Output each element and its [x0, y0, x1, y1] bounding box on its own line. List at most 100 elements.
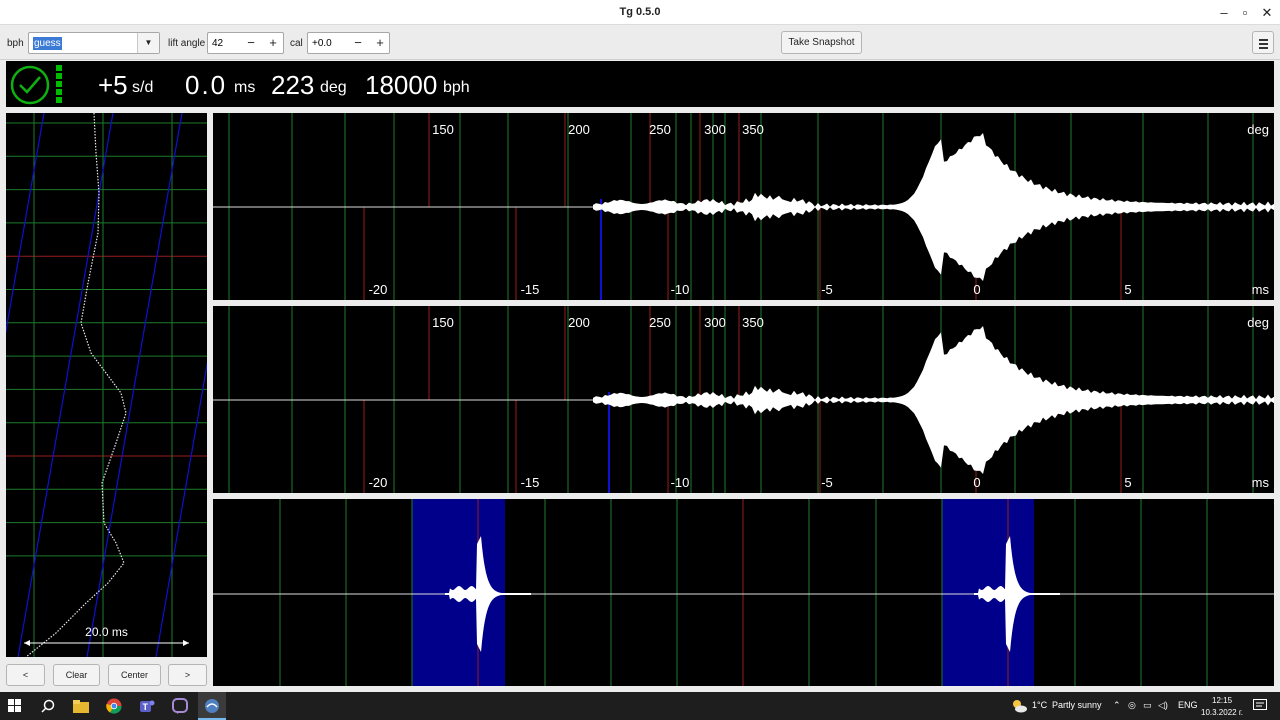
chrome-icon[interactable]: [104, 696, 124, 716]
paperstrip-panel[interactable]: 20.0 ms: [6, 113, 207, 657]
paperstrip-scale-label: 20.0 ms: [85, 625, 128, 639]
tray-chevron-up-icon[interactable]: ⌃: [1113, 700, 1121, 711]
bph-value: 18000: [365, 70, 438, 100]
minimize-button[interactable]: –: [1213, 4, 1235, 22]
windows-start-icon[interactable]: [5, 696, 25, 716]
clock-date[interactable]: 10.3.2022 г.: [1201, 708, 1243, 717]
waveform-toc-graph: 150 200 250 300 350 deg -20 -15 -10 -5 0 5 ms: [213, 306, 1274, 493]
waveform-tic-graph: 150 200 250 300 350 deg -20 -15 -10 -5 0 5 ms: [213, 113, 1274, 300]
ms-unit-label: ms: [1252, 282, 1270, 297]
scroll-left-button[interactable]: <: [6, 664, 45, 686]
take-snapshot-button[interactable]: Take Snapshot: [781, 31, 862, 54]
windows-taskbar: T 1°C Partly sunny ⌃ ◎ ▭ ◁) ENG 12:15 10…: [0, 692, 1280, 720]
degree-tick-label: 150: [432, 315, 454, 330]
cal-increment-button[interactable]: +: [369, 33, 391, 53]
degree-unit-label: deg: [1247, 122, 1269, 137]
viber-icon[interactable]: [170, 696, 190, 716]
paperstrip-diagonal: [86, 113, 183, 657]
degree-tick-label: 250: [649, 122, 671, 137]
ms-tick-label: -15: [521, 282, 540, 297]
bph-label: bph: [7, 38, 24, 49]
scale-arrow-right-icon: [183, 640, 189, 646]
bph-combobox-value[interactable]: guess: [33, 37, 62, 50]
speaker-icon[interactable]: ◁): [1158, 700, 1168, 711]
lift-angle-label: lift angle: [168, 38, 206, 49]
ms-tick-label: -20: [369, 475, 388, 490]
toolbar: bph guess ▼ lift angle − + cal − + Take …: [0, 26, 1280, 60]
degree-tick-label: 350: [742, 315, 764, 330]
cal-decrement-button[interactable]: −: [347, 33, 369, 53]
degree-tick-label: 150: [432, 122, 454, 137]
close-button[interactable]: ✕: [1256, 4, 1278, 22]
ms-tick-label: -10: [671, 475, 690, 490]
degree-tick-label: 350: [742, 122, 764, 137]
waveform-signal: [593, 326, 1274, 474]
dropdown-arrow-icon[interactable]: ▼: [137, 33, 159, 53]
degree-tick-label: 250: [649, 315, 671, 330]
lift-angle-decrement-button[interactable]: −: [240, 33, 262, 53]
cal-input[interactable]: [312, 36, 342, 50]
ms-tick-label: 5: [1124, 282, 1131, 297]
center-button[interactable]: Center: [108, 664, 161, 686]
rate-unit: s/d: [132, 79, 154, 96]
teams-icon[interactable]: T: [137, 696, 157, 716]
window-title: Tg 0.5.0: [619, 6, 661, 18]
menu-icon: [1259, 39, 1268, 41]
paperstrip-diagonal: [155, 361, 207, 657]
paperstrip-trace: [25, 113, 127, 657]
rate-value: +5: [98, 70, 128, 100]
bph-combobox[interactable]: guess ▼: [28, 32, 160, 54]
ms-tick-label: 5: [1124, 475, 1131, 490]
cal-spinner[interactable]: − +: [307, 32, 390, 54]
waveform-toc-panel: 150 200 250 300 350 deg -20 -15 -10 -5 0 5 ms: [213, 306, 1274, 493]
waveform-tic-panel: 150 200 250 300 350 deg -20 -15 -10 -5 0 5 ms: [213, 113, 1274, 300]
bph-unit: bph: [443, 79, 470, 96]
lift-angle-input[interactable]: [212, 36, 242, 50]
network-icon[interactable]: ▭: [1143, 700, 1152, 711]
scale-arrow-left-icon: [24, 640, 30, 646]
clock-time[interactable]: 12:15: [1212, 696, 1232, 705]
weather-icon[interactable]: [1009, 696, 1029, 716]
hamburger-menu-button[interactable]: [1252, 31, 1274, 54]
cal-label: cal: [290, 38, 303, 49]
check-ok-icon: [10, 65, 50, 105]
ms-tick-label: -20: [369, 282, 388, 297]
ms-tick-label: -15: [521, 475, 540, 490]
ms-tick-label: -5: [821, 475, 833, 490]
amplitude-unit: deg: [320, 79, 347, 96]
maximize-button[interactable]: ▫: [1234, 4, 1256, 22]
notifications-icon[interactable]: [1250, 696, 1270, 716]
title-bar: Tg 0.5.0 – ▫ ✕: [0, 0, 1280, 25]
ms-tick-label: -5: [821, 282, 833, 297]
degree-unit-label: deg: [1247, 315, 1269, 330]
degree-tick-label: 200: [568, 315, 590, 330]
scroll-right-button[interactable]: >: [168, 664, 207, 686]
weather-temperature[interactable]: 1°C: [1032, 700, 1047, 710]
amplitude-value: 223: [271, 70, 315, 100]
ms-unit-label: ms: [1252, 475, 1270, 490]
period-panel: [213, 499, 1274, 686]
paperstrip-graph: [6, 113, 207, 657]
lift-angle-spinner[interactable]: − +: [207, 32, 284, 54]
ms-tick-label: -10: [671, 282, 690, 297]
weather-description[interactable]: Partly sunny: [1052, 700, 1102, 710]
search-icon[interactable]: [38, 696, 58, 716]
status-display: +5 s/d 0.0 ms 223 deg 18000 bph: [6, 61, 1274, 107]
period-graph: [213, 499, 1274, 686]
degree-tick-label: 300: [704, 122, 726, 137]
ms-tick-label: 0: [973, 282, 980, 297]
ms-tick-label: 0: [973, 475, 980, 490]
waveform-signal: [593, 133, 1274, 281]
viber-tray-icon[interactable]: ◎: [1128, 700, 1136, 711]
tg-app-taskbar-icon[interactable]: [198, 692, 226, 720]
degree-tick-label: 300: [704, 315, 726, 330]
lift-angle-increment-button[interactable]: +: [262, 33, 284, 53]
clear-button[interactable]: Clear: [53, 664, 100, 686]
beat-error-value: 0.0: [185, 70, 228, 100]
paperstrip-diagonal: [6, 113, 45, 335]
file-explorer-icon[interactable]: [71, 696, 91, 716]
svg-text:T: T: [143, 702, 149, 712]
language-indicator[interactable]: ENG: [1178, 700, 1198, 710]
degree-tick-label: 200: [568, 122, 590, 137]
beat-error-unit: ms: [234, 79, 256, 96]
